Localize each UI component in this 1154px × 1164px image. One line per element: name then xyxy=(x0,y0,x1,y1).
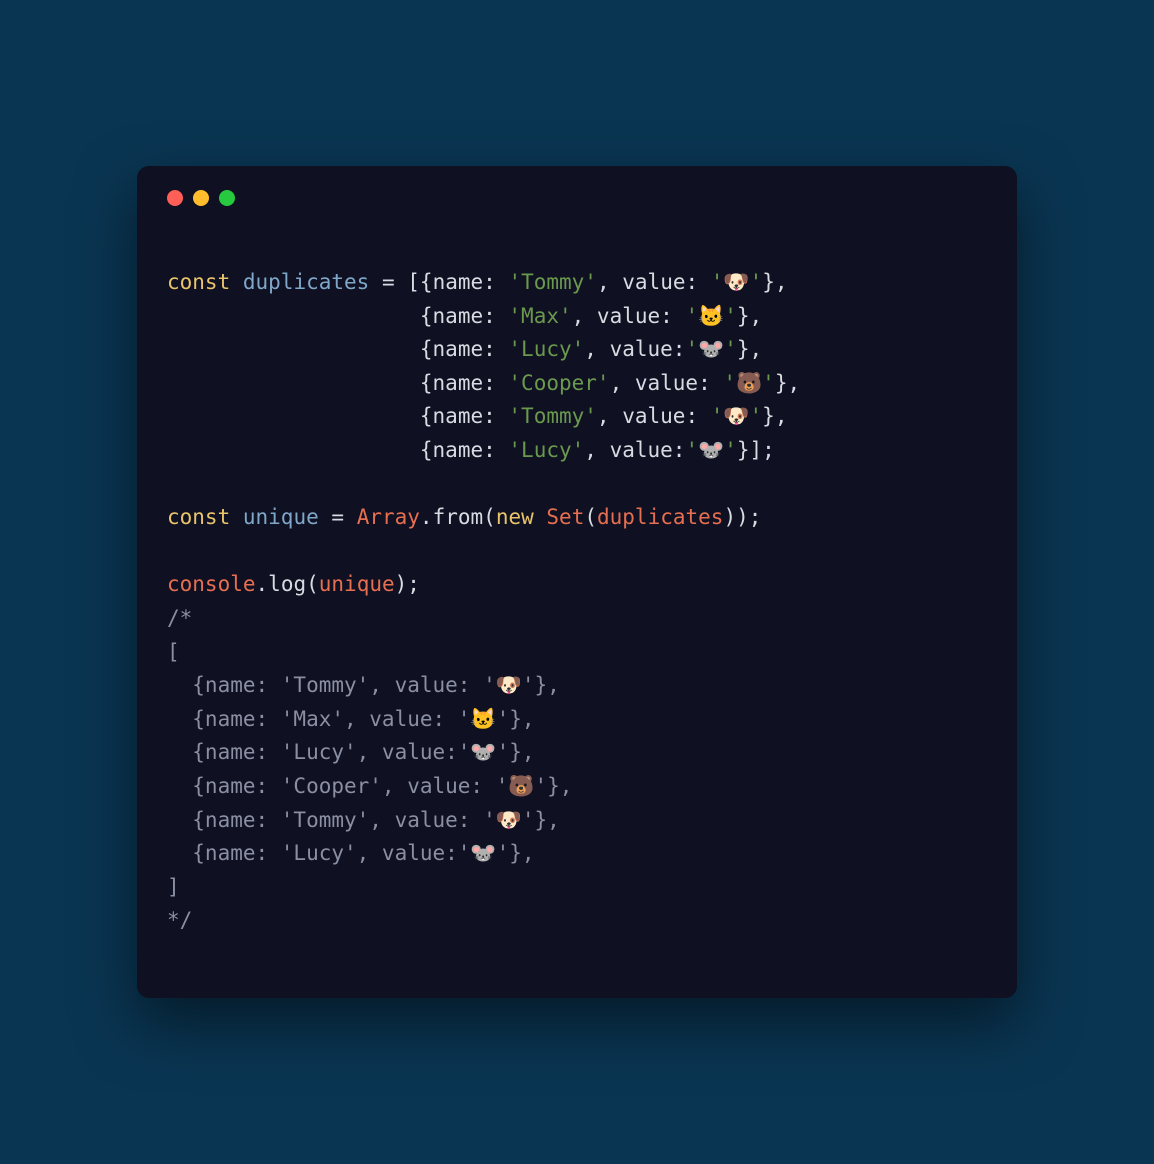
code-block: const duplicates = [{name: 'Tommy', valu… xyxy=(167,266,987,938)
comment-line-9: ] xyxy=(167,875,180,899)
code-line-3: {name: 'Lucy', value:'🐭'}, xyxy=(167,337,762,361)
code-line-8: const unique = Array.from(new Set(duplic… xyxy=(167,505,761,529)
comment-line-7: {name: 'Tommy', value: '🐶'}, xyxy=(167,808,560,832)
comment-line-3: {name: 'Tommy', value: '🐶'}, xyxy=(167,673,560,697)
comment-line-5: {name: 'Lucy', value:'🐭'}, xyxy=(167,740,535,764)
code-line-1: const duplicates = [{name: 'Tommy', valu… xyxy=(167,270,788,294)
close-icon[interactable] xyxy=(167,190,183,206)
comment-line-10: */ xyxy=(167,908,192,932)
comment-line-8: {name: 'Lucy', value:'🐭'}, xyxy=(167,841,535,865)
comment-line-1: /* xyxy=(167,606,192,630)
minimize-icon[interactable] xyxy=(193,190,209,206)
code-window: const duplicates = [{name: 'Tommy', valu… xyxy=(137,166,1017,998)
zoom-icon[interactable] xyxy=(219,190,235,206)
comment-line-2: [ xyxy=(167,640,180,664)
code-line-6: {name: 'Lucy', value:'🐭'}]; xyxy=(167,438,775,462)
code-line-10: console.log(unique); xyxy=(167,572,420,596)
code-line-2: {name: 'Max', value: '🐱'}, xyxy=(167,304,762,328)
code-line-5: {name: 'Tommy', value: '🐶'}, xyxy=(167,404,787,428)
window-controls xyxy=(167,190,987,206)
comment-line-6: {name: 'Cooper', value: '🐻'}, xyxy=(167,774,572,798)
comment-line-4: {name: 'Max', value: '🐱'}, xyxy=(167,707,535,731)
code-line-4: {name: 'Cooper', value: '🐻'}, xyxy=(167,371,800,395)
